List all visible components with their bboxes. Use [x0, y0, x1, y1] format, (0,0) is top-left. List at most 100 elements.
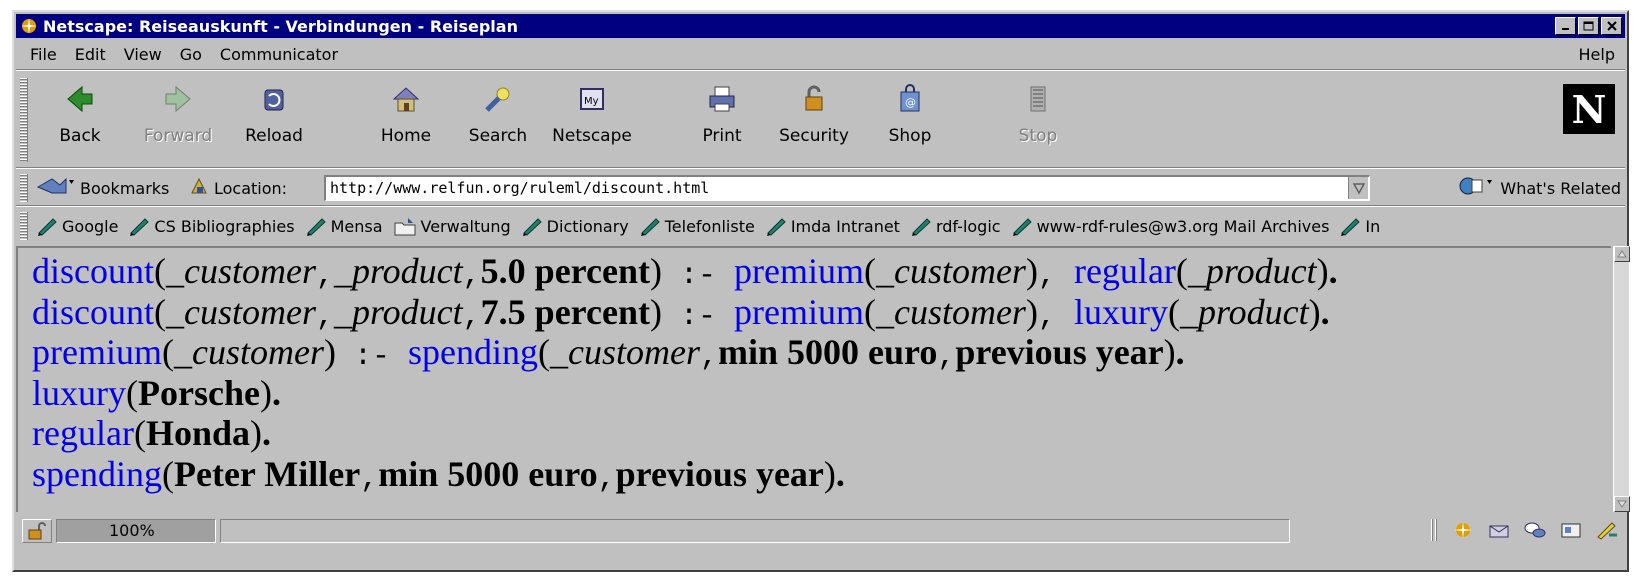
variable: _product — [1187, 251, 1317, 291]
bookmarks-button[interactable]: Bookmarks — [36, 175, 169, 201]
component-bar-grip[interactable] — [1431, 519, 1439, 541]
constant: Porsche — [138, 372, 260, 413]
minimize-button[interactable] — [1555, 17, 1576, 35]
svg-text:My: My — [584, 96, 599, 107]
bookmark-icon — [1341, 218, 1361, 236]
bookmark-icon — [130, 218, 150, 236]
window-title: Netscape: Reiseauskunft - Verbindungen -… — [43, 16, 518, 36]
rule-line-2: discount(_customer,_product,7.5 percent)… — [32, 291, 1330, 334]
predicate: regular — [1073, 251, 1176, 291]
predicate: discount — [32, 291, 154, 332]
stop-icon — [1021, 82, 1055, 116]
printer-icon — [705, 82, 739, 116]
page-proxy-icon[interactable] — [188, 175, 210, 201]
newsgroups-icon[interactable] — [1523, 520, 1547, 540]
constant: 5.0 percent — [480, 251, 650, 291]
security-button[interactable]: Security — [774, 78, 854, 164]
menu-view[interactable]: View — [115, 45, 171, 64]
print-button[interactable]: Print — [682, 78, 762, 164]
back-arrow-icon — [63, 82, 97, 116]
netscape-logo[interactable]: N — [1563, 84, 1615, 134]
stop-button[interactable]: Stop — [998, 78, 1078, 164]
constant: 7.5 percent — [480, 291, 650, 332]
search-button[interactable]: Search — [458, 78, 538, 164]
security-status-button[interactable] — [22, 519, 52, 543]
url-input[interactable]: http://www.relfun.org/ruleml/discount.ht… — [324, 175, 1370, 201]
bookmark-imda-intranet[interactable]: Imda Intranet — [765, 216, 900, 236]
variable: _product — [1179, 291, 1309, 332]
shop-button[interactable]: @ Shop — [870, 78, 950, 164]
variable: _customer — [166, 251, 316, 291]
chevron-down-icon — [1352, 183, 1365, 195]
title-bar[interactable]: Netscape: Reiseauskunft - Verbindungen -… — [16, 14, 1625, 38]
home-icon — [389, 82, 423, 116]
whats-related-button[interactable]: What's Related — [1456, 175, 1621, 201]
implication: :- — [679, 259, 716, 293]
navigator-icon[interactable] — [1451, 520, 1475, 540]
menu-communicator[interactable]: Communicator — [211, 45, 347, 64]
variable: _product — [334, 291, 463, 332]
menu-go[interactable]: Go — [171, 45, 211, 64]
toolbar-grip[interactable] — [20, 78, 28, 162]
bookmark-mensa[interactable]: Mensa — [305, 216, 383, 236]
variable: _customer — [173, 332, 324, 372]
personal-grip[interactable] — [20, 212, 28, 240]
bookmark-icon — [522, 218, 542, 236]
variable: _customer — [875, 291, 1026, 332]
bookmark-folder-verwaltung[interactable]: Verwaltung — [393, 216, 511, 236]
predicate: premium — [733, 251, 864, 291]
maximize-button[interactable] — [1578, 17, 1599, 35]
back-button[interactable]: Back — [40, 78, 120, 164]
forward-arrow-icon — [161, 82, 195, 116]
reload-button[interactable]: Reload — [234, 78, 314, 164]
predicate: discount — [32, 251, 154, 291]
rule-line-3: premium(_customer) :- spending(_customer… — [32, 332, 1185, 374]
bookmark-www-rdf-rules[interactable]: www-rdf-rules@w3.org Mail Archives — [1011, 216, 1329, 236]
bookmark-cs-bibliographies[interactable]: CS Bibliographies — [128, 216, 295, 236]
predicate: luxury — [32, 372, 126, 413]
bookmark-icon — [1012, 218, 1032, 236]
fact-line-5: regular(Honda). — [32, 413, 271, 453]
fact-line-6: spending(Peter Miller,min 5000 euro,prev… — [32, 453, 845, 496]
location-separator — [16, 205, 1625, 207]
location-grip[interactable] — [20, 174, 28, 202]
variable: _customer — [166, 291, 316, 332]
page-content: discount(_customer,_product,5.0 percent)… — [16, 246, 1611, 512]
vertical-scrollbar[interactable] — [1613, 246, 1630, 512]
constant: min 5000 euro — [717, 332, 938, 372]
implication: :- — [353, 340, 390, 374]
location-toolbar: Bookmarks Location: http://www.relfun.or… — [16, 170, 1625, 206]
netscape-app-icon[interactable] — [20, 17, 38, 35]
address-book-icon[interactable] — [1559, 520, 1583, 540]
menu-help[interactable]: Help — [1579, 45, 1625, 64]
scroll-up-button[interactable] — [1614, 246, 1630, 262]
constant: previous year — [615, 453, 824, 494]
menu-edit[interactable]: Edit — [66, 45, 115, 64]
bookmark-dictionary[interactable]: Dictionary — [521, 216, 629, 236]
folder-icon — [394, 218, 415, 236]
svg-text:@: @ — [905, 96, 916, 109]
bookmark-telefonliste[interactable]: Telefonliste — [639, 216, 755, 236]
location-label: Location: — [188, 175, 287, 201]
bookmark-rdf-logic[interactable]: rdf-logic — [910, 216, 1001, 236]
predicate: luxury — [1073, 291, 1168, 332]
chevron-down-icon — [1617, 500, 1627, 508]
menu-separator — [16, 69, 1625, 71]
bookmark-in[interactable]: In — [1339, 216, 1380, 236]
url-dropdown-button[interactable] — [1348, 177, 1368, 199]
search-icon — [481, 82, 515, 116]
variable: _product — [334, 251, 463, 291]
scroll-down-button[interactable] — [1614, 496, 1630, 512]
mail-icon[interactable] — [1487, 520, 1511, 540]
bookmark-google[interactable]: Google — [36, 216, 118, 236]
home-button[interactable]: Home — [366, 78, 446, 164]
zoom-level: 100% — [56, 519, 216, 543]
close-button[interactable] — [1601, 17, 1622, 35]
composer-icon[interactable] — [1595, 520, 1619, 540]
shopping-bag-icon: @ — [893, 82, 927, 116]
predicate: spending — [32, 453, 162, 494]
my-netscape-button[interactable]: My Netscape — [552, 78, 632, 164]
bookmark-icon — [306, 218, 326, 236]
forward-button[interactable]: Forward — [138, 78, 218, 164]
menu-file[interactable]: File — [16, 45, 66, 64]
